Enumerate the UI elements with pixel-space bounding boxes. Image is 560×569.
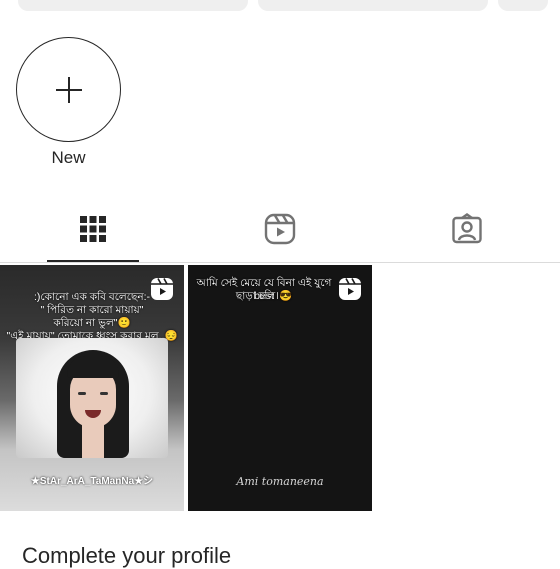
post-footer-text: ★StAr_ArA_TaManNa★シ [30, 476, 154, 487]
grid-icon [80, 216, 106, 242]
reels-icon [264, 213, 296, 245]
new-highlight-label: New [51, 148, 86, 167]
reel-badge-icon [339, 278, 361, 300]
tagged-icon [452, 213, 482, 244]
tab-tagged[interactable] [421, 196, 513, 262]
tab-posts-grid[interactable] [47, 196, 139, 262]
share-profile-button[interactable] [258, 0, 488, 11]
post-caption-line: ছাড়া চলি।😎 [235, 290, 293, 302]
post-caption-line: " পিরিত না কারো মায়ায়" [40, 304, 144, 316]
new-highlight-button[interactable] [16, 37, 121, 142]
discover-people-button[interactable] [498, 0, 548, 11]
post-signature: Ami tomaneena [236, 475, 324, 488]
edit-profile-button[interactable] [18, 0, 248, 11]
tab-reels[interactable] [234, 196, 326, 262]
plus-icon [55, 76, 82, 103]
post-caption-line: করিয়ো না ভুল"🙂 [53, 317, 131, 329]
post-photo [16, 338, 168, 458]
profile-tabs [0, 196, 560, 263]
active-tab-indicator [47, 260, 139, 262]
post-caption-line: :)কোনো এক কবি বলেছেন:- [33, 291, 151, 303]
complete-profile-title: Complete your profile [22, 543, 232, 568]
post-tile-1[interactable]: :)কোনো এক কবি বলেছেন:- " পিরিত না কারো ম… [0, 265, 184, 511]
